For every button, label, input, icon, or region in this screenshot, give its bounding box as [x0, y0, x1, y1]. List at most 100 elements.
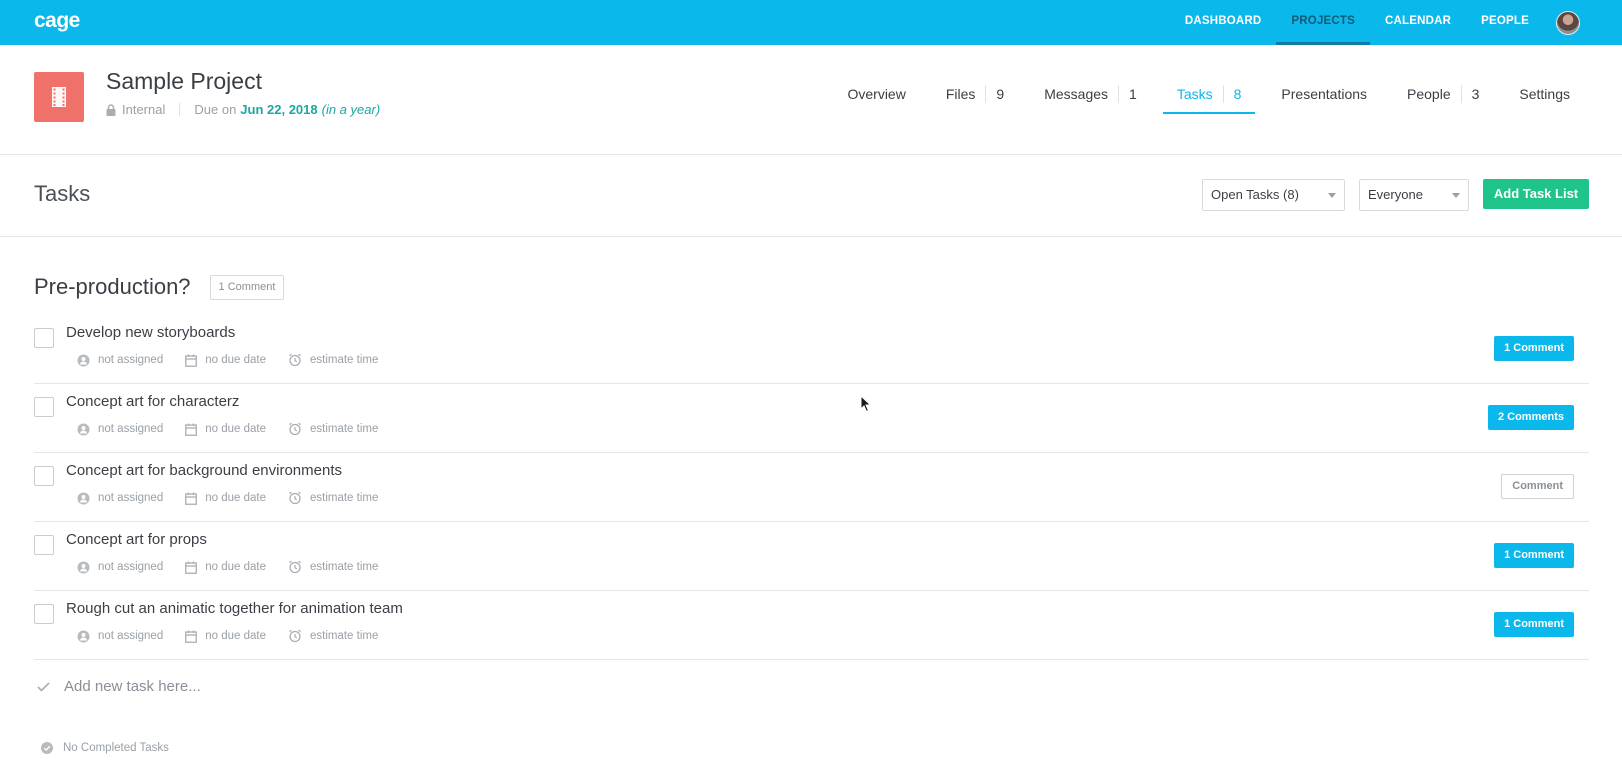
assignee-picker[interactable]: not assigned: [77, 353, 163, 367]
divider: [179, 103, 181, 116]
task-checkbox[interactable]: [34, 328, 54, 348]
nav-projects[interactable]: PROJECTS: [1276, 0, 1370, 45]
avatar-menu[interactable]: [1544, 0, 1622, 45]
task-title[interactable]: Concept art for props: [66, 531, 207, 548]
lock-icon: [106, 104, 117, 116]
task-meta: not assigned no due date estimate time: [77, 422, 400, 436]
alarm-clock-icon: [289, 629, 301, 643]
due-date-label: no due date: [205, 354, 266, 366]
estimate-time-picker[interactable]: estimate time: [288, 560, 378, 574]
calendar-icon: [185, 423, 198, 436]
task-comments-button[interactable]: 1 Comment: [1494, 612, 1574, 637]
completed-tasks-toggle[interactable]: No Completed Tasks: [41, 742, 169, 754]
calendar-icon: [185, 630, 198, 643]
nav-calendar[interactable]: CALENDAR: [1370, 0, 1466, 45]
tab-presentations[interactable]: Presentations: [1267, 85, 1381, 114]
tab-count: 1: [1118, 85, 1137, 103]
task-comments-button[interactable]: 2 Comments: [1487, 405, 1574, 430]
assignee-picker[interactable]: not assigned: [77, 491, 163, 505]
calendar-icon: [185, 561, 198, 574]
due-prefix: Due on: [194, 102, 237, 117]
due-date-label: no due date: [205, 492, 266, 504]
task-comments-button[interactable]: 1 Comment: [1494, 336, 1574, 361]
tab-overview[interactable]: Overview: [833, 85, 919, 114]
task-meta: not assigned no due date estimate time: [77, 491, 400, 505]
task-row: Concept art for props not assigned no du…: [34, 522, 1589, 591]
check-circle-icon: [41, 742, 53, 754]
user-icon: [77, 630, 90, 642]
film-icon: [34, 72, 84, 122]
task-comments-button[interactable]: 1 Comment: [1494, 543, 1574, 568]
due-date-label: no due date: [205, 561, 266, 573]
due-date-picker[interactable]: no due date: [185, 491, 266, 505]
task-row: Concept art for background environments …: [34, 453, 1589, 522]
task-checkbox[interactable]: [34, 604, 54, 624]
tab-tasks[interactable]: Tasks 8: [1162, 85, 1256, 114]
task-title[interactable]: Rough cut an animatic together for anima…: [66, 600, 403, 617]
assignee-label: not assigned: [98, 630, 164, 642]
due-date-picker[interactable]: no due date: [185, 353, 266, 367]
task-title[interactable]: Concept art for characterz: [66, 393, 239, 410]
nav-people[interactable]: PEOPLE: [1466, 0, 1544, 45]
tab-files[interactable]: Files 9: [932, 85, 1018, 114]
cage-logo[interactable]: cage: [34, 9, 80, 33]
user-icon: [77, 423, 90, 435]
tab-label: Presentations: [1281, 86, 1368, 102]
assignee-filter-select[interactable]: Everyone: [1359, 179, 1469, 211]
due-relative: (in a year): [321, 102, 381, 117]
task-list-comment-button[interactable]: 1 Comment: [209, 274, 285, 300]
task-checkbox[interactable]: [34, 466, 54, 486]
project-visibility[interactable]: Internal: [122, 102, 165, 117]
task-comments-button[interactable]: Comment: [1501, 474, 1574, 499]
assignee-label: not assigned: [98, 354, 164, 366]
task-checkbox[interactable]: [34, 397, 54, 417]
tab-messages[interactable]: Messages 1: [1030, 85, 1151, 114]
user-icon: [77, 354, 90, 366]
task-row: Rough cut an animatic together for anima…: [34, 591, 1589, 660]
assignee-label: not assigned: [98, 561, 164, 573]
estimate-time-picker[interactable]: estimate time: [288, 353, 378, 367]
nav-dashboard[interactable]: DASHBOARD: [1170, 0, 1277, 45]
user-icon: [77, 561, 90, 573]
task-row: Concept art for characterz not assigned …: [34, 384, 1589, 453]
alarm-clock-icon: [289, 422, 301, 436]
alarm-clock-icon: [289, 560, 301, 574]
due-date[interactable]: Jun 22, 2018: [240, 102, 317, 117]
estimate-time-label: estimate time: [309, 630, 379, 642]
tab-count: 3: [1460, 85, 1479, 103]
task-list-title[interactable]: Pre-production?: [34, 274, 191, 300]
due-date-label: no due date: [205, 630, 266, 642]
tab-label: People: [1407, 86, 1451, 102]
task-status-select[interactable]: Open Tasks (8): [1202, 179, 1345, 211]
assignee-picker[interactable]: not assigned: [77, 422, 163, 436]
due-date-picker[interactable]: no due date: [185, 422, 266, 436]
assignee-picker[interactable]: not assigned: [77, 560, 163, 574]
estimate-time-label: estimate time: [309, 561, 379, 573]
alarm-clock-icon: [289, 353, 301, 367]
estimate-time-picker[interactable]: estimate time: [288, 422, 378, 436]
tab-settings[interactable]: Settings: [1505, 85, 1584, 114]
add-task-list-button[interactable]: Add Task List: [1483, 179, 1589, 209]
assignee-picker[interactable]: not assigned: [77, 629, 163, 643]
task-checkbox[interactable]: [34, 535, 54, 555]
tab-people[interactable]: People 3: [1393, 85, 1493, 114]
task-meta: not assigned no due date estimate time: [77, 560, 400, 574]
top-bar: cage DASHBOARD PROJECTS CALENDAR PEOPLE: [0, 0, 1622, 45]
add-task-input[interactable]: Add new task here...: [34, 678, 201, 695]
user-avatar-icon[interactable]: [1556, 10, 1580, 35]
user-icon: [77, 492, 90, 504]
chevron-down-icon: [1328, 193, 1336, 198]
calendar-icon: [185, 492, 198, 505]
tab-label: Files: [945, 86, 976, 102]
due-date-picker[interactable]: no due date: [185, 629, 266, 643]
estimate-time-picker[interactable]: estimate time: [288, 629, 378, 643]
assignee-label: not assigned: [98, 423, 164, 435]
tab-label: Tasks: [1176, 86, 1213, 102]
project-meta: Internal Due on Jun 22, 2018 (in a year): [106, 102, 380, 117]
task-title[interactable]: Concept art for background environments: [66, 462, 342, 479]
due-date-picker[interactable]: no due date: [185, 560, 266, 574]
chevron-down-icon: [1452, 193, 1460, 198]
estimate-time-picker[interactable]: estimate time: [288, 491, 378, 505]
task-title[interactable]: Develop new storyboards: [66, 324, 235, 341]
estimate-time-label: estimate time: [309, 354, 379, 366]
